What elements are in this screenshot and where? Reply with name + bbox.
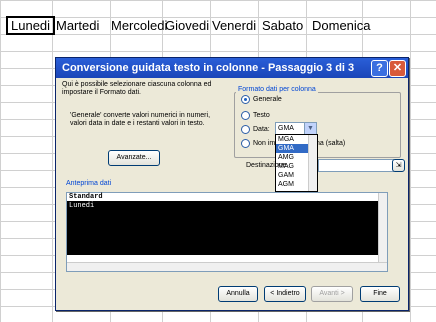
chevron-down-icon[interactable]: ▼ — [304, 123, 316, 134]
preview-horizontal-scrollbar[interactable] — [67, 262, 387, 271]
back-button[interactable]: < Indietro — [264, 286, 306, 302]
radio-text[interactable]: Testo — [241, 111, 270, 120]
preview-row: Lunedi — [69, 202, 95, 210]
preview-header: Standard — [69, 193, 103, 201]
grid-column-line — [52, 0, 53, 322]
cell-day-1[interactable]: Lunedi — [6, 16, 56, 35]
grid-column-line — [410, 0, 411, 322]
cancel-button[interactable]: Annulla — [218, 286, 258, 302]
dropdown-scrollbar[interactable] — [308, 135, 317, 191]
cell-day-4[interactable]: Giovedi — [165, 18, 209, 33]
dialog-title: Conversione guidata testo in colonne - P… — [62, 62, 355, 74]
preview-label: Anteprima dati — [66, 180, 112, 187]
data-preview[interactable]: Standard Lunedi — [66, 192, 388, 272]
radio-general[interactable]: Generale — [241, 95, 282, 104]
preview-selected-column[interactable]: Lunedi — [67, 201, 387, 255]
date-format-value: GMA — [278, 125, 294, 132]
advanced-button[interactable]: Avanzate... — [108, 150, 160, 166]
next-button: Avanti > — [311, 286, 353, 302]
radio-text-label: Testo — [253, 112, 270, 119]
radio-general-label: Generale — [253, 96, 282, 103]
radio-selected-icon — [241, 95, 250, 104]
destination-input[interactable] — [318, 159, 394, 172]
general-note-text: 'Generale' converte valori numerici in n… — [70, 112, 211, 127]
cell-day-6[interactable]: Sabato — [262, 18, 303, 33]
close-button[interactable]: ✕ — [389, 60, 406, 77]
cell-day-5[interactable]: Venerdi — [212, 18, 256, 33]
cell-day-7[interactable]: Domenica — [312, 18, 371, 33]
format-group-label: Formato dati per colonna — [236, 86, 318, 93]
radio-icon — [241, 111, 250, 120]
cell-day-2[interactable]: Martedi — [56, 18, 99, 33]
destination-label: Destinazione — [246, 162, 287, 169]
radio-date-label: Data: — [253, 126, 270, 133]
intro-text: Qui è possibile selezionare ciascuna col… — [62, 81, 212, 96]
cell-day-3[interactable]: Mercoledi — [111, 18, 167, 33]
radio-date[interactable]: Data: — [241, 125, 270, 134]
dialog-titlebar[interactable]: Conversione guidata testo in colonne - P… — [56, 58, 408, 78]
help-button[interactable]: ? — [371, 60, 388, 77]
text-to-columns-dialog: Conversione guidata testo in colonne - P… — [55, 57, 409, 311]
radio-icon — [241, 139, 250, 148]
preview-vertical-scrollbar[interactable] — [378, 193, 387, 263]
collapse-dialog-button[interactable]: ⇲ — [392, 159, 405, 172]
radio-icon — [241, 125, 250, 134]
finish-button[interactable]: Fine — [360, 286, 400, 302]
